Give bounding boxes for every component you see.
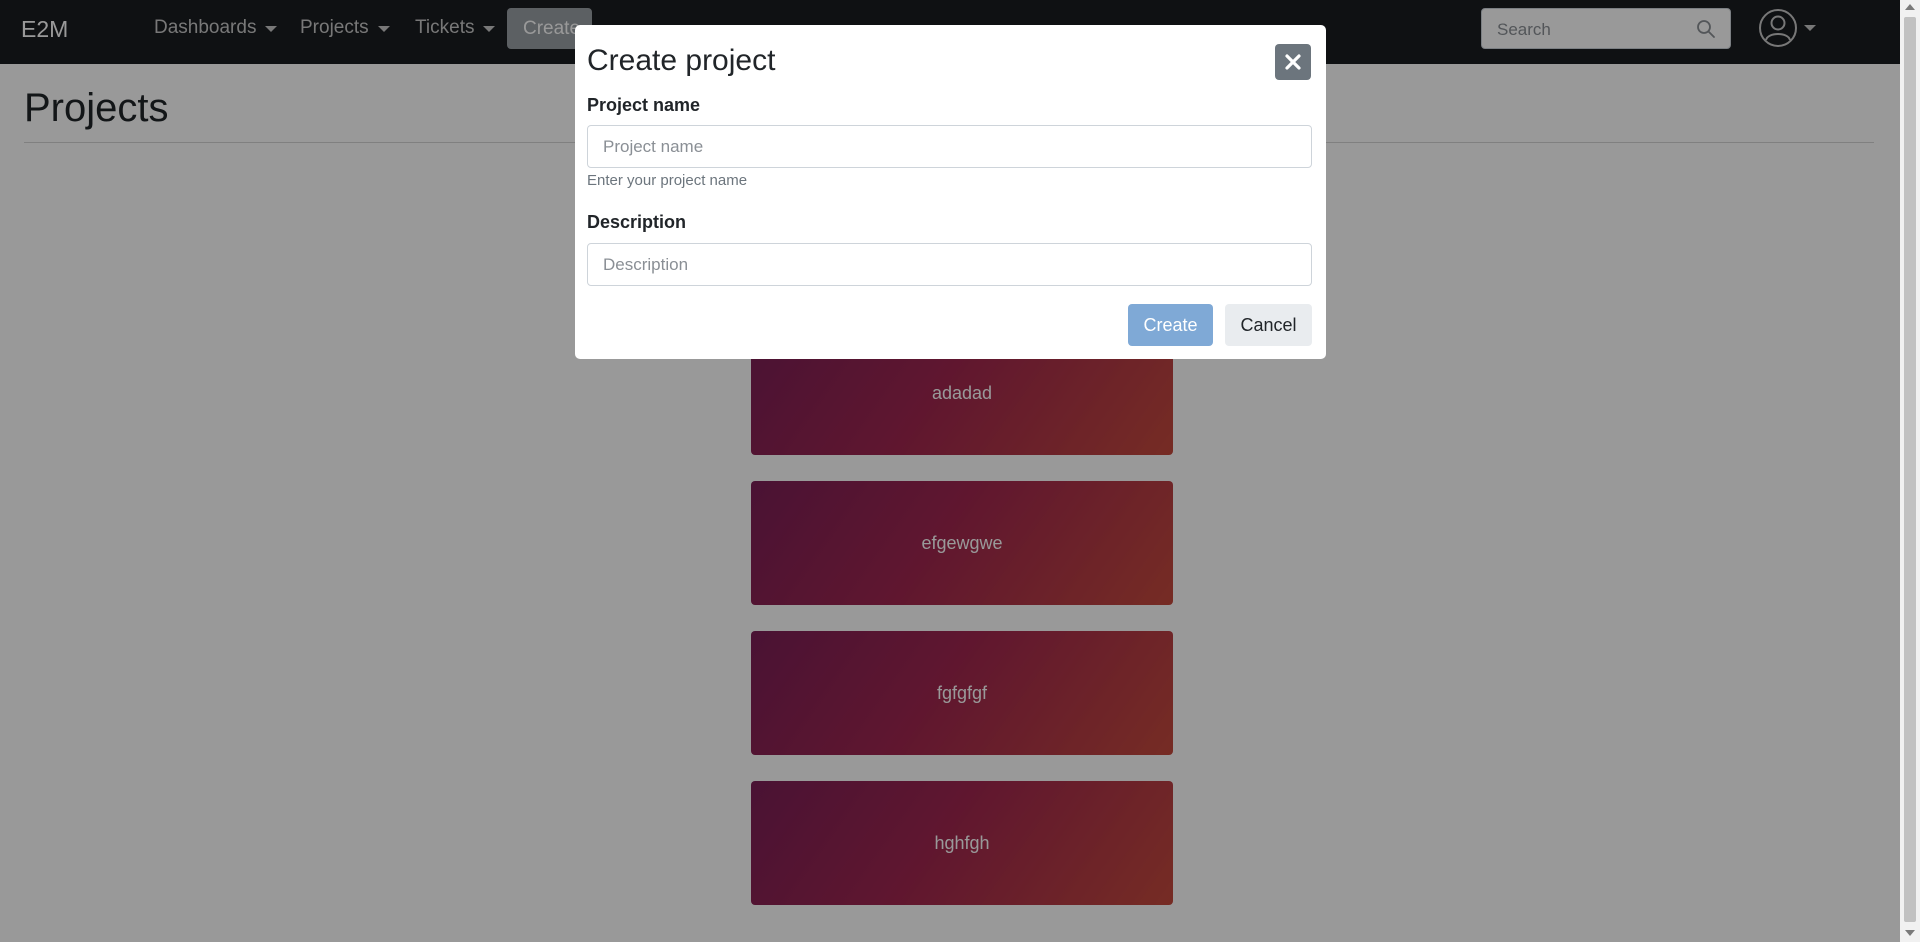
create-button[interactable]: Create [1128, 304, 1213, 346]
cancel-button[interactable]: Cancel [1225, 304, 1312, 346]
project-name-label: Project name [587, 95, 701, 115]
close-button[interactable] [1275, 44, 1311, 80]
scrollbar-thumb[interactable] [1904, 17, 1916, 922]
project-name-help-text: Enter your project name [587, 172, 748, 189]
create-project-modal: Create project Project name Enter your p… [575, 25, 1326, 359]
description-label: Description [587, 212, 687, 232]
project-name-input[interactable] [587, 125, 1312, 168]
scroll-up-arrow-icon[interactable] [1905, 4, 1915, 10]
description-input[interactable] [587, 243, 1312, 286]
scroll-down-arrow-icon[interactable] [1905, 930, 1915, 936]
modal-title: Create project [587, 44, 776, 77]
close-icon [1285, 54, 1301, 70]
